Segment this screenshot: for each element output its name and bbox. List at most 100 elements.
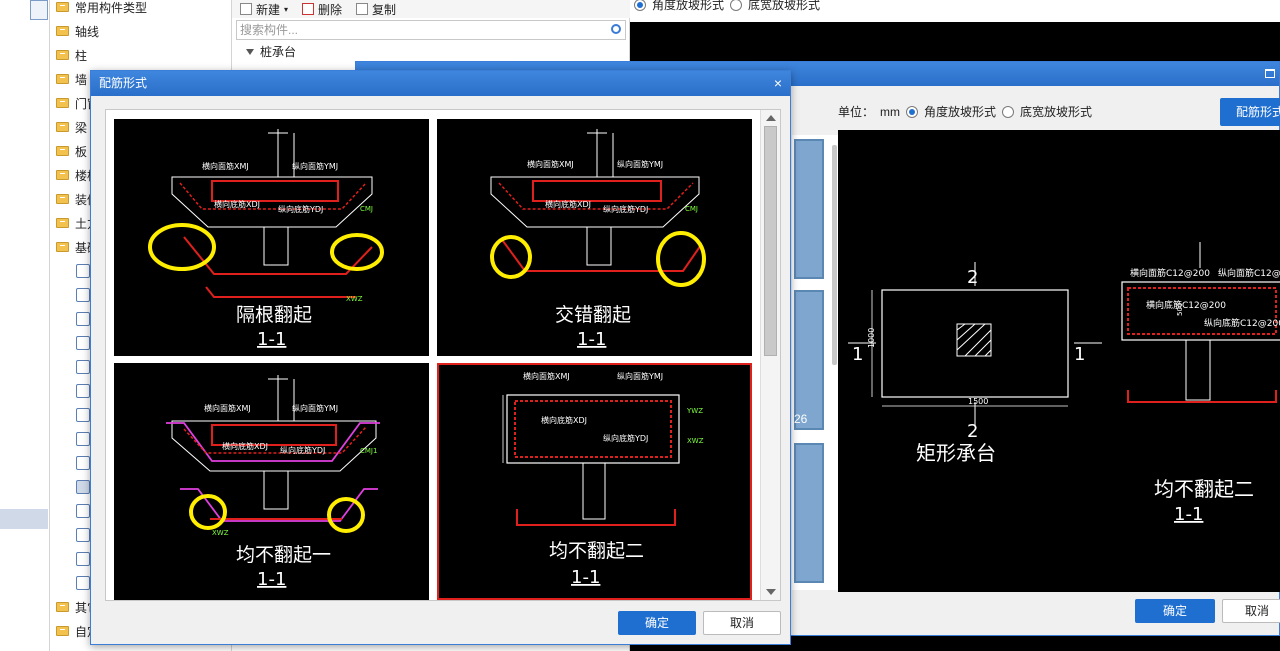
svg-text:纵向底筋YDJ: 纵向底筋YDJ xyxy=(280,445,325,455)
tree-item-column[interactable]: 柱 xyxy=(56,44,87,66)
delete-icon xyxy=(302,3,315,15)
thumbnail-item[interactable] xyxy=(794,139,824,279)
thumbnail-item[interactable] xyxy=(794,443,824,583)
grid-icon[interactable] xyxy=(76,288,90,302)
svg-text:纵向底筋YDJ: 纵向底筋YDJ xyxy=(278,204,323,214)
svg-text:1: 1 xyxy=(852,344,863,365)
rebar-option-no-bent-up-two[interactable]: 横向面筋XMJ 纵向面筋YMJ 横向底筋XDJ 纵向底筋YDJ YWZ XWZ … xyxy=(437,363,752,600)
svg-text:纵向面筋C12@200: 纵向面筋C12@200 xyxy=(1218,267,1280,279)
svg-text:2: 2 xyxy=(967,421,978,442)
folder-icon xyxy=(56,242,69,252)
folder-icon xyxy=(56,50,69,60)
new-button[interactable]: 新建 ▾ xyxy=(240,1,288,18)
thumbnail-item[interactable] xyxy=(794,290,824,430)
list-scrollbar[interactable] xyxy=(832,145,837,365)
left-strip xyxy=(0,0,50,651)
edit-dialog-ok-button[interactable]: 确定 xyxy=(1135,599,1215,623)
svg-text:纵向面筋YMJ: 纵向面筋YMJ xyxy=(617,159,663,169)
pedestal-icon[interactable] xyxy=(76,408,90,422)
svg-text:横向底筋XDJ: 横向底筋XDJ xyxy=(545,199,591,209)
radio-bottom-width-slope[interactable] xyxy=(1002,105,1015,118)
expand-triangle-icon[interactable] xyxy=(246,48,254,55)
mesh-icon[interactable] xyxy=(76,576,90,590)
folder-icon xyxy=(56,122,69,132)
svg-text:均不翻起二: 均不翻起二 xyxy=(1154,477,1254,501)
svg-text:横向面筋XMJ: 横向面筋XMJ xyxy=(523,371,570,381)
svg-text:横向底筋XDJ: 横向底筋XDJ xyxy=(541,415,587,425)
svg-text:1: 1 xyxy=(1074,344,1085,365)
cross-grid-icon[interactable] xyxy=(76,312,90,326)
component-search-input[interactable]: 搜索构件... xyxy=(236,20,626,40)
svg-text:隔根翻起: 隔根翻起 xyxy=(236,304,312,326)
svg-text:交错翻起: 交错翻起 xyxy=(555,304,631,326)
tree-item-wall[interactable]: 墙 xyxy=(56,68,87,90)
svg-text:纵向面筋YMJ: 纵向面筋YMJ xyxy=(617,371,663,381)
pile-icon[interactable] xyxy=(76,504,90,518)
toolbar-toggle-icon[interactable] xyxy=(30,0,48,20)
tree-item-common[interactable]: 常用构件类型 xyxy=(56,0,147,18)
edit-dialog-cancel-button[interactable]: 取消 xyxy=(1222,599,1280,623)
svg-text:纵向底筋C12@200: 纵向底筋C12@200 xyxy=(1204,317,1280,329)
svg-text:均不翻起二: 均不翻起二 xyxy=(549,540,644,562)
svg-text:横向底筋XDJ: 横向底筋XDJ xyxy=(214,199,260,209)
stepped-footing-icon[interactable] xyxy=(76,432,90,446)
svg-text:1-1: 1-1 xyxy=(577,329,606,350)
folder-icon xyxy=(56,218,69,228)
pit-icon[interactable] xyxy=(76,384,90,398)
close-icon[interactable]: × xyxy=(774,71,782,96)
tree-node-pile-cap[interactable]: 桩承台 xyxy=(246,43,296,60)
radio-angle[interactable] xyxy=(634,0,646,11)
pencil-icon[interactable] xyxy=(76,264,90,278)
cancel-button[interactable]: 取消 xyxy=(703,611,781,635)
rebar-option-no-bent-up-one[interactable]: 横向面筋XMJ 纵向面筋YMJ 横向底筋XDJ 纵向底筋YDJ CMJ1 XWZ… xyxy=(114,363,429,600)
option-grid-scrollbar[interactable] xyxy=(760,110,780,600)
radio-angle-slope[interactable] xyxy=(906,105,919,118)
svg-text:500: 500 xyxy=(1176,303,1184,316)
svg-text:横向底筋XDJ: 横向底筋XDJ xyxy=(222,441,268,451)
delete-button[interactable]: 删除 xyxy=(302,1,342,18)
tree-item-beam[interactable]: 梁 xyxy=(56,116,87,138)
scroll-up-icon[interactable] xyxy=(766,115,776,121)
svg-text:1-1: 1-1 xyxy=(257,569,286,590)
unit-row: 单位： mm 角度放坡形式 底宽放坡形式 xyxy=(838,104,1093,120)
rebar-form-button[interactable]: 配筋形式 xyxy=(1220,98,1280,126)
strip-footing-icon[interactable] xyxy=(76,336,90,350)
maximize-icon[interactable] xyxy=(1265,69,1275,78)
rebar-option-staggered-bent-up[interactable]: 横向面筋XMJ 纵向面筋YMJ 横向底筋XDJ 纵向底筋YDJ CMJ 交错翻起… xyxy=(437,119,752,356)
cylinder-icon[interactable] xyxy=(76,528,90,542)
tree-item-slab[interactable]: 板 xyxy=(56,140,87,162)
svg-text:CMJ1: CMJ1 xyxy=(360,447,377,455)
rebar-form-dialog: 配筋形式 × 横向面筋XMJ 纵向面筋YMJ 横向底筋XDJ 纵向底筋YDJ C… xyxy=(90,70,791,645)
svg-text:1000: 1000 xyxy=(867,328,876,348)
svg-text:1-1: 1-1 xyxy=(257,329,286,350)
ok-button[interactable]: 确定 xyxy=(618,611,696,635)
radio-bottom-width[interactable] xyxy=(730,0,743,11)
svg-text:XWZ: XWZ xyxy=(346,295,363,303)
folder-icon xyxy=(56,98,69,108)
new-icon xyxy=(240,3,252,15)
svg-text:YWZ: YWZ xyxy=(686,407,703,415)
copy-button[interactable]: 复制 xyxy=(356,1,396,18)
search-icon[interactable] xyxy=(611,24,621,34)
frame-icon[interactable] xyxy=(76,552,90,566)
folder-icon xyxy=(56,26,69,36)
tree-item-axis[interactable]: 轴线 xyxy=(56,20,99,42)
pile-cap-icon[interactable] xyxy=(76,480,90,494)
component-toolbar: 新建 ▾ 删除 复制 xyxy=(232,0,630,18)
scroll-thumb[interactable] xyxy=(764,126,777,356)
folder-icon xyxy=(56,194,69,204)
selected-row-highlight xyxy=(0,509,48,529)
rebar-option-alternate-bent-up[interactable]: 横向面筋XMJ 纵向面筋YMJ 横向底筋XDJ 纵向底筋YDJ CMJ XWZ … xyxy=(114,119,429,356)
svg-text:1-1: 1-1 xyxy=(1174,504,1203,525)
svg-text:CMJ: CMJ xyxy=(360,205,373,213)
hand-icon[interactable] xyxy=(76,456,90,470)
scroll-down-icon[interactable] xyxy=(766,589,776,595)
svg-text:XWZ: XWZ xyxy=(212,529,229,537)
folder-icon xyxy=(56,74,69,84)
copy-icon xyxy=(356,3,369,15)
svg-text:2: 2 xyxy=(967,267,978,288)
dropdown-arrow-icon[interactable]: ▾ xyxy=(284,5,288,14)
svg-text:横向面筋C12@200: 横向面筋C12@200 xyxy=(1130,267,1210,279)
svg-text:纵向底筋YDJ: 纵向底筋YDJ xyxy=(603,204,648,214)
columns-icon[interactable] xyxy=(76,360,90,374)
